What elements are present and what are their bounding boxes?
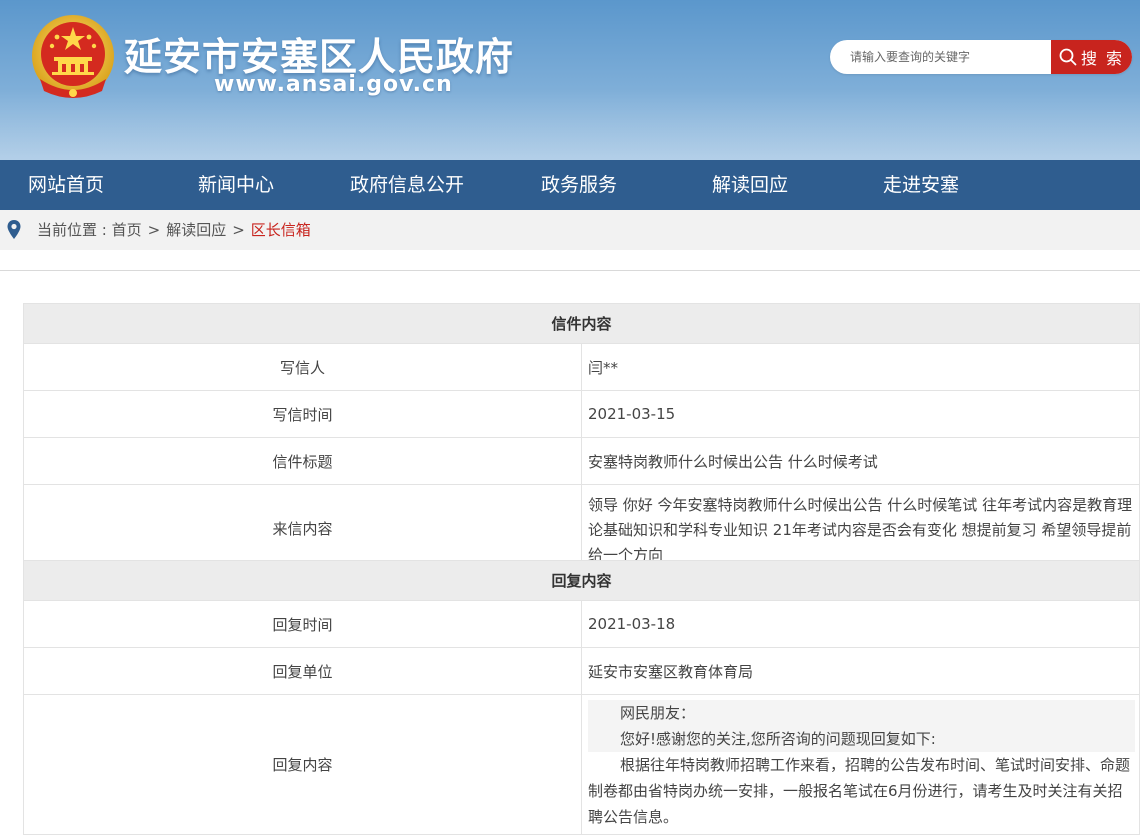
table-row: 信件标题 安塞特岗教师什么时候出公告 什么时候考试	[23, 437, 1140, 485]
letter-heading: 信件内容	[23, 303, 1140, 344]
site-url: www.ansai.gov.cn	[214, 72, 453, 97]
writer-label: 写信人	[23, 343, 582, 391]
reply-body: 根据往年特岗教师招聘工作来看，招聘的公告发布时间、笔试时间安排、命题制卷都由省特…	[588, 756, 1131, 826]
national-emblem-icon	[32, 15, 114, 98]
location-pin-icon	[7, 220, 21, 239]
writer-value: 闫**	[581, 343, 1140, 391]
breadcrumb-current[interactable]: 区长信箱	[251, 221, 311, 239]
nav-item-about[interactable]: 走进安塞	[883, 160, 959, 210]
write-date-label: 写信时间	[23, 390, 582, 438]
letter-title-value: 安塞特岗教师什么时候出公告 什么时候考试	[581, 437, 1140, 485]
letter-table: 信件内容 写信人 闫** 写信时间 2021-03-15 信件标题 安塞特岗教师…	[23, 303, 1140, 573]
table-row: 回复内容 网民朋友： 您好!感谢您的关注,您所咨询的问题现回复如下: 根据往年特…	[23, 694, 1140, 835]
breadcrumb: 当前位置 : 首页 > 解读回应 > 区长信箱	[37, 210, 311, 250]
content-divider	[0, 270, 1140, 271]
breadcrumb-separator: >	[232, 221, 245, 239]
search-icon	[1059, 48, 1077, 66]
search-button[interactable]: 搜 索	[1051, 40, 1132, 74]
reply-heading: 回复内容	[23, 560, 1140, 601]
letter-title-label: 信件标题	[23, 437, 582, 485]
header-haze	[0, 90, 1140, 160]
reply-date-value: 2021-03-18	[581, 600, 1140, 648]
reply-table: 回复内容 回复时间 2021-03-18 回复单位 延安市安塞区教育体育局 回复…	[23, 560, 1140, 835]
nav-item-home[interactable]: 网站首页	[28, 160, 104, 210]
reply-intro: 您好!感谢您的关注,您所咨询的问题现回复如下:	[588, 726, 1135, 752]
reply-content-value: 网民朋友： 您好!感谢您的关注,您所咨询的问题现回复如下: 根据往年特岗教师招聘…	[581, 694, 1140, 835]
table-row: 写信时间 2021-03-15	[23, 390, 1140, 438]
search-input[interactable]	[830, 40, 1052, 74]
search-button-label: 搜 索	[1080, 49, 1125, 68]
nav-item-gov-info[interactable]: 政府信息公开	[350, 160, 464, 210]
nav-item-interpret[interactable]: 解读回应	[712, 160, 788, 210]
nav-item-services[interactable]: 政务服务	[541, 160, 617, 210]
nav-item-news[interactable]: 新闻中心	[198, 160, 274, 210]
breadcrumb-home[interactable]: 首页	[112, 221, 142, 239]
reply-date-label: 回复时间	[23, 600, 582, 648]
breadcrumb-interpret[interactable]: 解读回应	[166, 221, 226, 239]
breadcrumb-prefix: 当前位置 :	[37, 221, 112, 239]
main-nav: 网站首页 新闻中心 政府信息公开 政务服务 解读回应 走进安塞	[0, 160, 1140, 210]
reply-greeting: 网民朋友：	[588, 700, 1135, 726]
table-row: 写信人 闫**	[23, 343, 1140, 391]
reply-content-label: 回复内容	[23, 694, 582, 835]
table-row: 回复单位 延安市安塞区教育体育局	[23, 647, 1140, 695]
reply-unit-value: 延安市安塞区教育体育局	[581, 647, 1140, 695]
reply-unit-label: 回复单位	[23, 647, 582, 695]
breadcrumb-separator: >	[147, 221, 161, 239]
table-row: 回复时间 2021-03-18	[23, 600, 1140, 648]
search-box: 搜 索	[830, 40, 1132, 74]
breadcrumb-bar: 当前位置 : 首页 > 解读回应 > 区长信箱	[0, 210, 1140, 250]
write-date-value: 2021-03-15	[581, 390, 1140, 438]
site-header: 延安市安塞区人民政府 www.ansai.gov.cn 搜 索	[0, 0, 1140, 160]
